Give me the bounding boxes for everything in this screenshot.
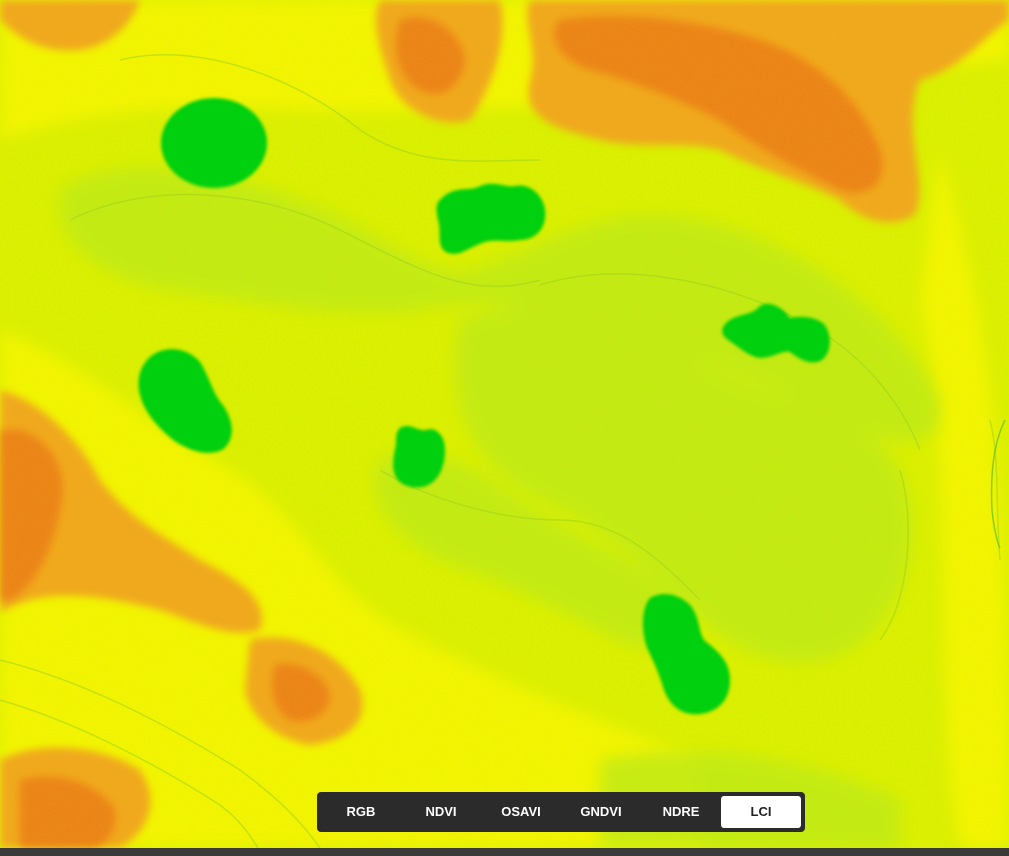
bottom-bar [0,848,1009,856]
pond-1 [161,98,267,188]
map-view[interactable] [0,0,1009,848]
layer-button-lci[interactable]: LCI [721,796,801,828]
layer-button-ndre[interactable]: NDRE [641,796,721,828]
layer-button-rgb[interactable]: RGB [321,796,401,828]
layer-button-gndvi[interactable]: GNDVI [561,796,641,828]
layer-switcher: RGB NDVI OSAVI GNDVI NDRE LCI [317,792,805,832]
index-map [0,0,1009,848]
layer-button-osavi[interactable]: OSAVI [481,796,561,828]
speckle-texture [0,0,1009,848]
layer-button-ndvi[interactable]: NDVI [401,796,481,828]
